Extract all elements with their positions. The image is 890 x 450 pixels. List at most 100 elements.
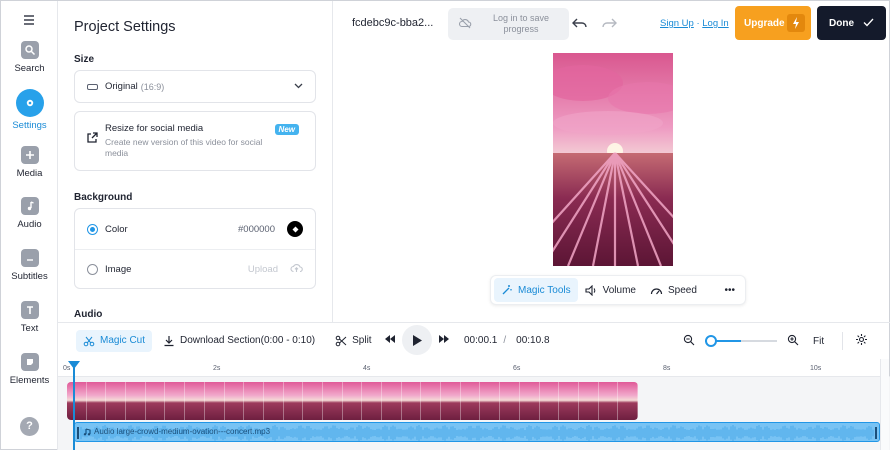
video-thumbnail-frame — [322, 382, 343, 420]
canvas-toolbar: Magic Tools Volume Speed ••• — [490, 275, 746, 305]
video-thumbnail-frame — [362, 382, 382, 420]
video-thumbnail-frame — [598, 382, 619, 420]
video-thumbnail-frame — [303, 382, 323, 420]
download-icon — [164, 335, 174, 346]
hamburger-menu-icon[interactable] — [21, 12, 37, 28]
ruler-tick-label: 10s — [810, 365, 822, 372]
zoom-out-icon[interactable] — [683, 334, 695, 349]
upload-cloud-icon — [290, 263, 303, 276]
playhead[interactable] — [68, 361, 80, 450]
size-dropdown[interactable]: Original (16:9) — [74, 70, 316, 103]
video-clip-track[interactable] — [67, 382, 638, 420]
sign-up-link[interactable]: Sign Up — [660, 18, 694, 29]
media-plus-icon — [20, 146, 39, 164]
background-color-row[interactable]: Color #000000 — [75, 209, 315, 249]
zoom-slider-track — [741, 340, 777, 342]
color-label: Color — [105, 223, 128, 235]
volume-button[interactable]: Volume — [578, 278, 643, 302]
music-note-icon — [20, 197, 39, 215]
video-thumbnail-frame — [421, 382, 442, 420]
rail-item-subtitles[interactable]: Subtitles — [1, 249, 58, 282]
time-separator: / — [503, 334, 507, 346]
lightning-bolt-icon — [787, 14, 805, 32]
upgrade-button[interactable]: Upgrade — [735, 6, 811, 40]
download-section-button[interactable]: Download Section (0:00 - 0:10) — [156, 330, 322, 352]
zoom-slider[interactable] — [705, 335, 777, 347]
video-thumbnail-frame — [401, 382, 422, 420]
speaker-icon — [585, 284, 595, 296]
new-badge: New — [274, 124, 299, 135]
image-radio[interactable] — [87, 264, 98, 275]
speedometer-icon — [650, 287, 663, 294]
zoom-slider-knob[interactable] — [705, 335, 717, 347]
toolbar-divider — [842, 332, 844, 350]
audio-clip-track[interactable]: Audio large-crowd-medium-ovation---conce… — [74, 422, 880, 442]
size-section-label: Size — [74, 54, 95, 65]
split-button[interactable]: Split — [328, 330, 378, 352]
log-in-link[interactable]: Log In — [702, 18, 728, 29]
ruler-tick-label: 8s — [663, 365, 671, 372]
music-note-icon — [83, 428, 91, 435]
rail-item-media[interactable]: Media — [1, 146, 58, 179]
playback-controls: 00:00.1 / 00:10.8 — [384, 325, 556, 355]
rail-item-audio[interactable]: Audio — [1, 197, 58, 230]
auth-separator: · — [696, 18, 700, 29]
login-to-save-button[interactable]: Log in to save progress — [448, 8, 569, 40]
ruler-tick-label: 2s — [213, 365, 221, 372]
play-button[interactable] — [402, 325, 432, 355]
more-options-icon[interactable]: ••• — [717, 278, 742, 302]
magic-tools-button[interactable]: Magic Tools — [494, 278, 578, 302]
rail-item-search[interactable]: Search — [1, 41, 58, 74]
timeline-tracks: Audio large-crowd-medium-ovation---conce… — [58, 377, 890, 450]
color-fill-icon[interactable] — [287, 221, 303, 237]
color-radio[interactable] — [87, 223, 98, 235]
resize-social-card[interactable]: Resize for social media Create new versi… — [74, 111, 316, 171]
redo-icon[interactable] — [600, 15, 618, 31]
undo-icon[interactable] — [571, 15, 589, 31]
rail-item-settings[interactable]: Settings — [1, 89, 58, 131]
video-thumbnail-frame — [559, 382, 579, 420]
search-icon — [20, 41, 39, 59]
image-label: Image — [105, 264, 132, 275]
speed-button[interactable]: Speed — [643, 278, 704, 302]
video-thumbnail-frame — [185, 382, 205, 420]
chevron-down-icon — [294, 81, 303, 92]
subtitles-icon — [20, 249, 39, 267]
rail-label-media: Media — [16, 168, 43, 179]
help-icon[interactable]: ? — [20, 417, 39, 436]
size-ratio: (16:9) — [140, 81, 165, 92]
tulip-field-image — [553, 53, 673, 266]
skip-forward-icon[interactable] — [438, 334, 450, 347]
video-thumbnail-frame — [244, 382, 264, 420]
magic-cut-button[interactable]: Magic Cut — [76, 329, 153, 352]
magic-cut-label: Magic Cut — [100, 335, 146, 346]
split-label: Split — [352, 335, 372, 346]
video-preview[interactable] — [553, 53, 673, 266]
timeline-scrollbar[interactable] — [880, 359, 889, 450]
zoom-in-icon[interactable] — [787, 334, 799, 349]
done-button[interactable]: Done — [817, 6, 886, 40]
video-thumbnail-frame — [126, 382, 146, 420]
fit-button[interactable]: Fit — [813, 336, 824, 347]
play-icon — [412, 334, 422, 346]
video-thumbnail-frame — [165, 382, 186, 420]
upgrade-label: Upgrade — [744, 17, 785, 29]
download-section-label: Download Section — [180, 335, 261, 346]
rail-label-search: Search — [14, 63, 45, 74]
settings-icon — [15, 89, 44, 117]
rail-label-text: Text — [20, 323, 39, 334]
login-to-save-text: Log in to save progress — [492, 13, 550, 34]
color-hex-value[interactable]: #000000 — [238, 224, 275, 235]
skip-back-icon[interactable] — [384, 334, 396, 347]
background-image-row[interactable]: Image Upload — [75, 249, 315, 289]
project-name[interactable]: fcdebc9c-bba2... — [352, 17, 433, 29]
ruler-tick-label: 6s — [513, 365, 521, 372]
upload-link[interactable]: Upload — [248, 264, 278, 275]
timeline-settings-gear-icon[interactable] — [855, 333, 868, 349]
magic-cut-icon — [83, 336, 95, 346]
panel-title: Project Settings — [74, 19, 176, 35]
rail-item-elements[interactable]: Elements — [1, 353, 58, 386]
rail-item-text[interactable]: Text — [1, 301, 58, 334]
timeline-ruler[interactable]: 0s 2s 4s 6s 8s 10s — [58, 359, 890, 377]
external-resize-icon — [86, 132, 98, 144]
